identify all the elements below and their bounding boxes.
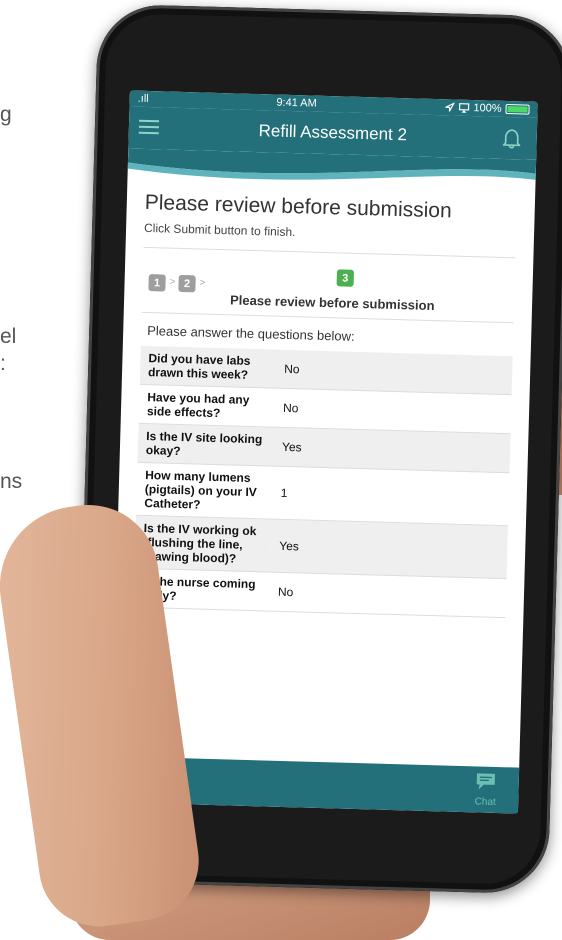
step-indicator: 1 > 2 > 3 Please review before submissio… <box>142 260 515 320</box>
signal-indicator: .ıll <box>137 92 149 105</box>
bell-icon[interactable] <box>500 127 523 150</box>
page-subtitle: Click Submit button to finish. <box>143 220 296 240</box>
answer-cell: No <box>275 349 513 395</box>
active-step-title: Please review before submission <box>229 292 435 314</box>
background-text-fragment: el <box>0 325 17 348</box>
answer-cell: No <box>269 572 507 618</box>
question-cell: Did you have labs drawn this week? <box>139 345 277 389</box>
questions-intro: Please answer the questions below: <box>147 323 355 344</box>
step-separator: > <box>169 276 176 288</box>
question-cell: Have you had any side effects? <box>138 384 276 428</box>
background-text-fragment: : <box>0 352 6 375</box>
battery-icon <box>505 103 530 115</box>
step-2-badge[interactable]: 2 <box>178 274 196 293</box>
answer-cell: Yes <box>273 427 511 473</box>
hamburger-menu-icon[interactable] <box>138 119 160 139</box>
step-3-badge[interactable]: 3 <box>336 269 355 287</box>
background-text-fragment: g <box>0 103 12 126</box>
battery-percent: 100% <box>473 102 502 115</box>
step-separator: > <box>199 277 206 289</box>
divider <box>143 246 516 259</box>
answer-cell: 1 <box>272 466 510 526</box>
chat-bubble-icon <box>476 773 495 790</box>
status-right-group: 100% <box>444 101 530 115</box>
answer-cell: Yes <box>270 519 508 579</box>
chat-label: Chat <box>474 796 496 808</box>
chat-button[interactable]: Chat <box>474 772 497 808</box>
question-cell: Is the IV site looking okay? <box>137 423 275 467</box>
status-time: 9:41 AM <box>276 96 317 110</box>
questions-table: Did you have labs drawn this week? No Ha… <box>133 345 513 618</box>
background-text-fragment: ns <box>0 470 23 493</box>
answer-cell: No <box>274 388 512 434</box>
question-cell: How many lumens (pigtails) on your IV Ca… <box>136 462 274 520</box>
page-title: Please review before submission <box>144 190 453 223</box>
app-title: Refill Assessment 2 <box>258 121 408 145</box>
airplay-icon <box>458 103 470 113</box>
main-content: Please review before submission Click Su… <box>116 190 535 618</box>
step-1-badge[interactable]: 1 <box>148 274 166 292</box>
location-icon <box>445 102 455 112</box>
